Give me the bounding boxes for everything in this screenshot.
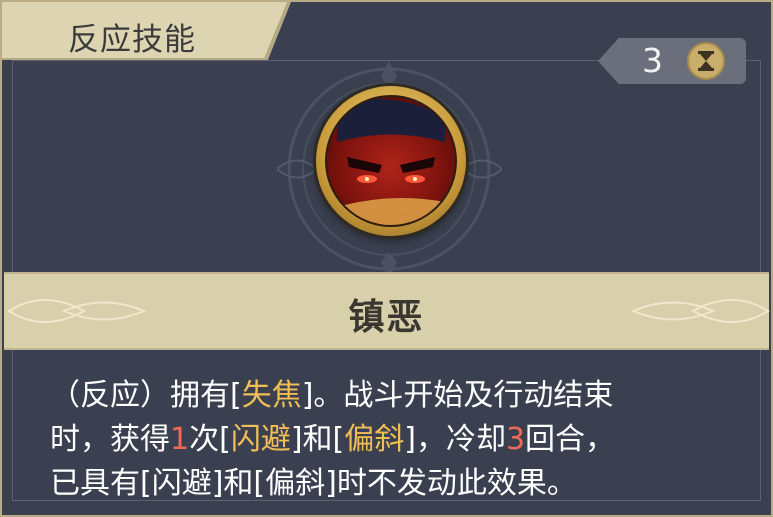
description-text: （反应）拥有[ bbox=[50, 378, 242, 413]
description-text: ]和[ bbox=[290, 422, 345, 457]
description-text: 已具有[闪避]和[偏斜]时不发动此效果。 bbox=[50, 466, 577, 501]
hourglass-icon bbox=[687, 42, 725, 80]
description-text: ]。战斗开始及行动结束 bbox=[301, 378, 614, 413]
description-line-3: 已具有[闪避]和[偏斜]时不发动此效果。 bbox=[50, 462, 740, 506]
keyword-text: 失焦 bbox=[241, 378, 302, 413]
keyword-text: 闪避 bbox=[230, 422, 291, 457]
cooldown-value: 3 bbox=[642, 41, 663, 80]
skill-portrait bbox=[316, 86, 466, 236]
description-text: 次[ bbox=[189, 422, 231, 457]
description-line-1: （反应）拥有[失焦]。战斗开始及行动结束 bbox=[50, 374, 740, 418]
skill-card: 反应技能 3 镇恶 （反应）拥有[失焦]。战斗开始及行动结束 时，获得1次[闪避… bbox=[0, 0, 773, 517]
description-text: 回合， bbox=[525, 422, 616, 457]
description-line-2: 时，获得1次[闪避]和[偏斜]，冷却3回合， bbox=[50, 418, 740, 462]
category-title: 反应技能 bbox=[68, 22, 196, 58]
description-text: 时，获得 bbox=[50, 422, 170, 457]
number-text: 3 bbox=[505, 422, 526, 457]
skill-name: 镇恶 bbox=[348, 297, 425, 338]
keyword-text: 偏斜 bbox=[344, 422, 405, 457]
description-text: ]，冷却 bbox=[404, 422, 506, 457]
red-masked-hero-portrait bbox=[325, 95, 457, 227]
skill-description: （反应）拥有[失焦]。战斗开始及行动结束 时，获得1次[闪避]和[偏斜]，冷却3… bbox=[50, 374, 740, 506]
number-text: 1 bbox=[170, 422, 190, 457]
